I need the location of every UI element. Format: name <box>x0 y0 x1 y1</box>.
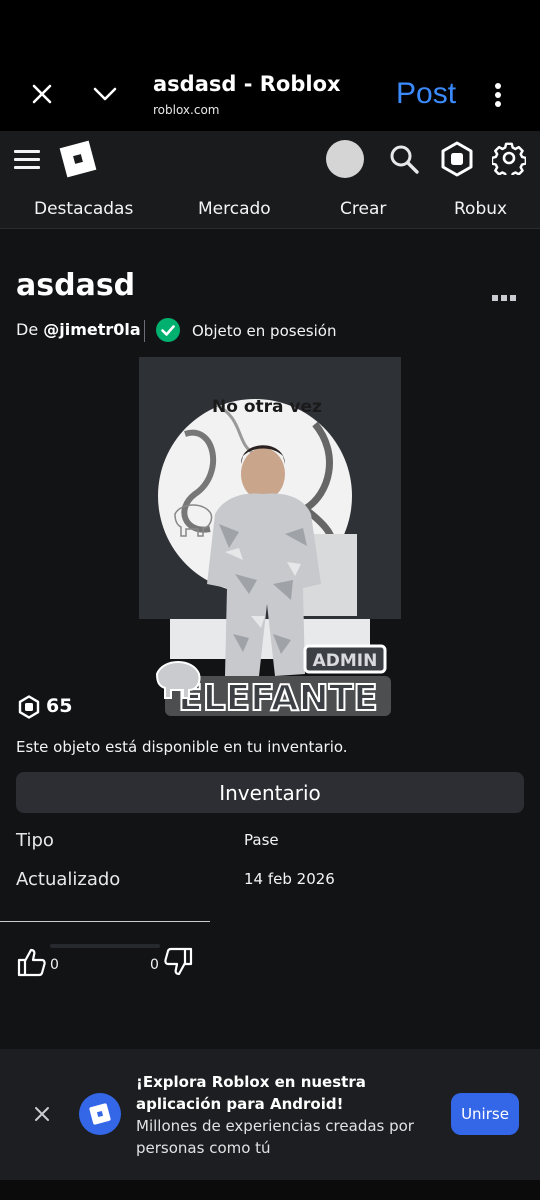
by-prefix: De <box>16 320 39 339</box>
downvote-button[interactable] <box>162 946 194 978</box>
thumbnail-elefante-text: ELEFANTE <box>178 678 378 719</box>
roblox-logo-icon <box>59 140 97 178</box>
browser-menu-button[interactable] <box>484 80 512 110</box>
thumbs-down-icon <box>164 947 193 976</box>
app-promo-banner: ¡Explora Roblox en nuestra aplicación pa… <box>0 1049 540 1180</box>
downvote-count: 0 <box>150 957 159 973</box>
search-button[interactable] <box>388 143 420 175</box>
item-price: 65 <box>46 695 73 717</box>
creator-line: De @jimetr0la <box>16 320 141 339</box>
banner-app-logo <box>79 1093 121 1135</box>
search-icon <box>390 145 419 174</box>
thumbnail-admin-text: ADMIN <box>313 651 378 671</box>
vote-ratio-bar <box>50 944 160 948</box>
tab-mercado[interactable]: Mercado <box>198 199 271 219</box>
banner-title: ¡Explora Roblox en nuestra aplicación pa… <box>136 1073 366 1113</box>
detail-type-label: Tipo <box>16 830 54 851</box>
more-horizontal-icon <box>492 295 516 301</box>
system-nav-strip <box>0 1180 540 1200</box>
upvote-count: 0 <box>50 957 59 973</box>
robux-price-icon <box>18 695 40 719</box>
section-divider <box>0 921 210 922</box>
close-icon <box>35 1107 49 1121</box>
upvote-button[interactable] <box>16 946 48 978</box>
owned-status: Objeto en posesión <box>192 322 337 340</box>
avatar[interactable] <box>326 140 364 178</box>
robux-button[interactable] <box>440 141 474 177</box>
thumbs-up-icon <box>17 948 46 977</box>
close-icon <box>32 84 52 104</box>
minimize-tab-button[interactable] <box>85 74 125 114</box>
join-button[interactable]: Unirse <box>451 1093 519 1135</box>
chevron-down-icon <box>93 87 117 101</box>
thumbnail-top-text: No otra vez <box>212 397 322 417</box>
more-vertical-icon <box>495 83 501 107</box>
roblox-logo[interactable] <box>59 140 97 178</box>
post-button[interactable]: Post <box>396 77 456 111</box>
detail-updated-label: Actualizado <box>16 869 121 890</box>
detail-updated-value: 14 feb 2026 <box>244 870 335 888</box>
roblox-logo-icon <box>89 1103 111 1125</box>
inventory-button[interactable]: Inventario <box>16 772 524 813</box>
item-thumbnail-image: No otra vez ADMIN ELEFANTE <box>155 397 391 720</box>
creator-link[interactable]: @jimetr0la <box>43 320 140 339</box>
availability-text: Este objeto está disponible en tu invent… <box>16 738 348 756</box>
banner-close-button[interactable] <box>33 1105 51 1123</box>
close-tab-button[interactable] <box>22 74 62 114</box>
banner-subtitle: Millones de experiencias creadas por per… <box>136 1117 414 1157</box>
tab-crear[interactable]: Crear <box>340 199 386 219</box>
item-options-button[interactable] <box>490 289 518 301</box>
robux-icon <box>441 141 473 177</box>
page-title: asdasd - Roblox <box>153 72 341 96</box>
browser-toolbar: asdasd - Roblox roblox.com Post <box>0 0 540 131</box>
tab-robux[interactable]: Robux <box>454 199 507 219</box>
site-header: Destacadas Mercado Crear Robux <box>0 131 540 229</box>
item-title: asdasd <box>16 268 136 303</box>
gear-icon <box>490 142 528 179</box>
tab-destacadas[interactable]: Destacadas <box>34 199 133 219</box>
hamburger-icon <box>14 150 40 153</box>
check-circle-icon <box>156 318 180 342</box>
page-url[interactable]: roblox.com <box>153 103 219 117</box>
detail-type-value: Pase <box>244 831 279 849</box>
byline-divider <box>144 320 145 342</box>
settings-button[interactable] <box>490 141 528 179</box>
menu-button[interactable] <box>14 150 40 170</box>
